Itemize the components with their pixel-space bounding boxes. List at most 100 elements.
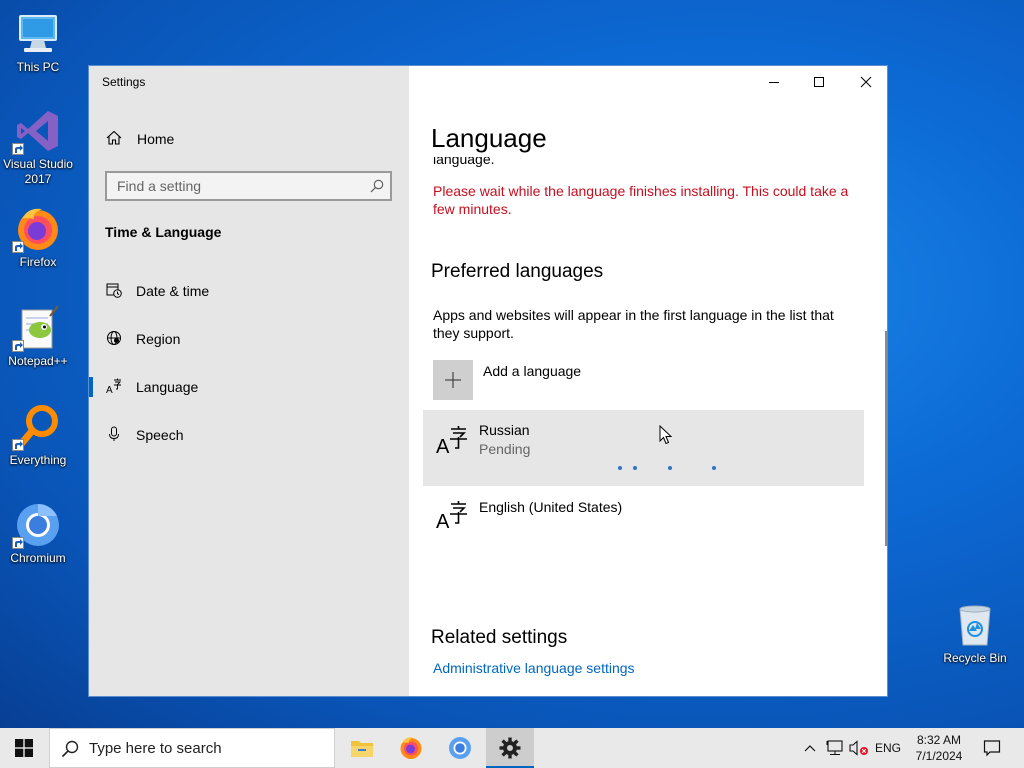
shortcut-arrow-icon [12,143,24,155]
add-language-button[interactable]: Add a language [433,360,633,400]
sidebar-item-label: Region [136,331,181,347]
desktop-icon-recycle-bin[interactable]: Recycle Bin [938,601,1012,666]
close-icon [860,76,872,88]
language-name: Russian [479,422,530,438]
calendar-clock-icon [106,282,124,300]
sidebar-item-language[interactable]: A Language [89,365,409,409]
settings-gear-icon [499,737,521,759]
visual-studio-icon [12,107,62,155]
sidebar-item-label: Speech [136,427,184,443]
sidebar-item-home[interactable]: Home [89,117,409,161]
progress-dot [712,466,716,470]
notification-icon [983,740,1001,757]
sidebar-item-label: Date & time [136,283,210,299]
administrative-language-settings-link[interactable]: Administrative language settings [433,659,635,677]
desktop-icon-notepadpp[interactable]: Notepad++ [1,304,75,369]
desktop-icon-label: Chromium [10,551,66,565]
chevron-up-icon [804,745,816,752]
language-icon: A [106,378,124,396]
start-button[interactable] [0,728,48,768]
desktop-icon-firefox[interactable]: Firefox [1,205,75,270]
microphone-icon [106,426,124,444]
language-name: English (United States) [479,499,623,515]
page-title: Language [431,123,547,153]
taskbar-app-file-explorer[interactable] [338,728,386,768]
clock-time: 8:32 AM [916,733,962,747]
sidebar-item-date-time[interactable]: Date & time [89,269,409,313]
close-button[interactable] [843,66,887,98]
maximize-button[interactable] [796,66,842,98]
plus-icon [433,360,473,400]
desktop-icon-label-line1: Visual Studio [3,157,73,171]
desktop-icon-everything[interactable]: Everything [1,403,75,468]
sidebar-item-label: Home [137,131,175,147]
input-language-indicator[interactable]: ENG [872,728,904,768]
show-hidden-icons-button[interactable] [800,728,820,768]
taskbar-app-settings[interactable] [486,728,534,768]
maximize-icon [814,77,824,87]
shortcut-arrow-icon [12,241,24,253]
notepadpp-icon [12,304,62,352]
desktop: This PC Visual Studio 2017 Firefox Notep… [0,0,1024,728]
search-icon [370,179,384,198]
scrollbar-thumb[interactable] [885,331,887,546]
clock-date: 7/1/2024 [915,749,963,763]
add-language-label: Add a language [483,363,582,379]
sidebar-item-region[interactable]: Region [89,317,409,361]
language-row-russian[interactable]: A Russian Pending [423,410,864,486]
desktop-icon-visual-studio[interactable]: Visual Studio 2017 [1,107,75,187]
desktop-icon-label-line2: 2017 [24,172,52,186]
taskbar-app-chromium[interactable] [436,728,484,768]
settings-window: Settings Home Time & Language Date & tim… [88,65,888,697]
preferred-languages-description: Apps and websites will appear in the fir… [433,307,834,341]
recycle-bin-icon [951,601,999,649]
desktop-icon-this-pc[interactable]: This PC [1,10,75,75]
progress-dot [633,466,637,470]
firefox-icon [12,205,62,253]
action-center-button[interactable] [976,728,1008,768]
progress-dot [618,466,622,470]
clipped-text: language. [433,157,495,167]
taskbar-search-placeholder: Type here to search [89,740,222,757]
file-explorer-icon [351,741,373,757]
language-icon: A [436,425,468,458]
desktop-icon-label: Firefox [19,255,57,269]
firefox-icon [400,737,422,759]
find-setting-search-box[interactable] [105,171,392,201]
preferred-languages-title: Preferred languages [431,261,604,282]
globe-icon [106,330,124,348]
sidebar-item-speech[interactable]: Speech [89,413,409,457]
shortcut-arrow-icon [12,537,24,549]
clock[interactable]: 8:32 AM 7/1/2024 [908,728,970,768]
volume-muted-icon [849,740,868,756]
chromium-icon [12,501,62,549]
taskbar: Type here to search ENG 8:32 AM 7/1/2024 [0,728,1024,768]
language-status: Pending [479,441,531,457]
desktop-icon-chromium[interactable]: Chromium [1,501,75,566]
taskbar-app-firefox[interactable] [387,728,435,768]
shortcut-arrow-icon [12,340,24,352]
home-icon [106,130,124,148]
network-icon [826,740,843,755]
sidebar: Settings Home Time & Language Date & tim… [89,66,409,696]
content-pane: Language language. Please wait while the… [409,66,887,696]
desktop-icon-label: Recycle Bin [943,651,1007,665]
this-pc-icon [14,10,62,58]
section-title: Time & Language [105,224,222,240]
desktop-icon-label: This PC [16,60,60,74]
search-icon [61,740,79,758]
volume-button[interactable] [847,728,871,768]
find-setting-input[interactable] [107,173,347,199]
network-status-button[interactable] [824,728,846,768]
shortcut-arrow-icon [12,439,24,451]
minimize-icon [769,82,779,83]
minimize-button[interactable] [751,66,797,98]
sidebar-item-label: Language [136,379,199,395]
everything-icon [12,403,62,451]
desktop-icon-label: Notepad++ [8,354,68,368]
related-settings-title: Related settings [431,627,568,648]
svg-text:A: A [106,385,113,394]
language-row-english[interactable]: A English (United States) [423,487,864,563]
selected-indicator [89,377,93,397]
taskbar-search-box[interactable]: Type here to search [49,728,335,768]
